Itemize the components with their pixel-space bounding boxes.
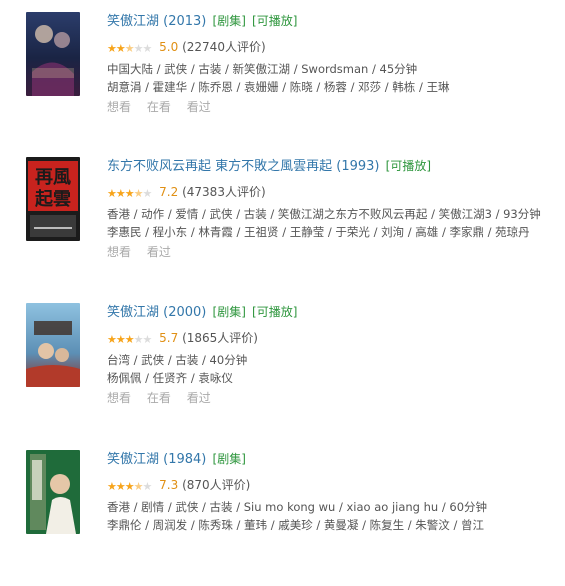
result-item: 再風 起雲 东方不败风云再起 東方不敗之風雲再起 (1993) [可播放] ★★… bbox=[26, 157, 556, 277]
star-rating: ★★★★★ bbox=[107, 41, 153, 57]
cast-info: 杨佩佩 / 任贤齐 / 袁咏仪 bbox=[107, 371, 233, 385]
empty-star-icon: ★ bbox=[142, 187, 152, 200]
tag-playable[interactable]: [可播放] bbox=[252, 14, 297, 28]
item-title-link[interactable]: 笑傲江湖 (2013) bbox=[107, 14, 206, 29]
result-item: 笑傲江湖 (2013) [剧集] [可播放] ★★★★★ 5.0 (22740人… bbox=[26, 12, 556, 132]
rating-count: (22740人评价) bbox=[182, 40, 266, 54]
star-icon: ★★★ bbox=[107, 480, 135, 493]
half-star-icon: ★ bbox=[133, 480, 144, 493]
item-title-link[interactable]: 笑傲江湖 (1984) bbox=[107, 452, 206, 467]
half-star-icon: ★ bbox=[133, 187, 144, 200]
tag-series[interactable]: [剧集] bbox=[213, 305, 246, 319]
watching-button[interactable]: 在看 bbox=[147, 391, 171, 405]
svg-text:起雲: 起雲 bbox=[34, 188, 71, 210]
want-watch-button[interactable]: 想看 bbox=[107, 100, 131, 114]
rating-count: (1865人评价) bbox=[182, 331, 258, 345]
star-icon: ★★★ bbox=[107, 333, 135, 346]
watched-button[interactable]: 看过 bbox=[187, 100, 211, 114]
poster-image[interactable] bbox=[26, 450, 80, 534]
meta-info: 台湾 / 武侠 / 古装 / 40分钟 bbox=[107, 353, 248, 367]
rating-value: 7.2 bbox=[159, 185, 179, 199]
star-rating: ★★★★★ bbox=[107, 186, 152, 202]
half-star-icon: ★ bbox=[124, 42, 135, 55]
rating-count: (47383人评价) bbox=[182, 185, 266, 199]
tag-series[interactable]: [剧集] bbox=[213, 452, 246, 466]
empty-star-icon: ★★ bbox=[133, 333, 153, 346]
poster-title-icon: 再風 bbox=[35, 167, 71, 188]
want-watch-button[interactable]: 想看 bbox=[107, 391, 131, 405]
tag-series[interactable]: [剧集] bbox=[213, 14, 246, 28]
rating-value: 5.0 bbox=[159, 40, 179, 54]
poster-image[interactable] bbox=[26, 12, 80, 96]
want-watch-button[interactable]: 想看 bbox=[107, 245, 131, 259]
result-item: 笑傲江湖 (1984) [剧集] ★★★★★ 7.3 (870人评价) 香港 /… bbox=[26, 450, 556, 570]
watching-button[interactable]: 在看 bbox=[147, 100, 171, 114]
star-rating: ★★★★★ bbox=[107, 332, 153, 348]
item-title-link[interactable]: 笑傲江湖 (2000) bbox=[107, 305, 206, 320]
item-title-link[interactable]: 东方不败风云再起 東方不敗之風雲再起 (1993) bbox=[107, 159, 380, 174]
watched-button[interactable]: 看过 bbox=[187, 391, 211, 405]
cast-info: 胡意涓 / 霍建华 / 陈乔恩 / 袁姗姗 / 陈晓 / 杨蓉 / 邓莎 / 韩… bbox=[107, 80, 450, 94]
cast-info: 李鼎伦 / 周润发 / 陈秀珠 / 董玮 / 戚美珍 / 黄曼凝 / 陈复生 /… bbox=[107, 518, 484, 532]
meta-info: 香港 / 剧情 / 武侠 / 古装 / Siu mo kong wu / xia… bbox=[107, 500, 488, 514]
star-icon: ★★★ bbox=[107, 187, 135, 200]
meta-info: 中国大陆 / 武侠 / 古装 / 新笑傲江湖 / Swordsman / 45分… bbox=[107, 62, 418, 76]
cast-info: 李惠民 / 程小东 / 林青霞 / 王祖贤 / 王静莹 / 于荣光 / 刘洵 /… bbox=[107, 225, 530, 239]
star-icon: ★★ bbox=[107, 42, 126, 55]
tag-playable[interactable]: [可播放] bbox=[386, 159, 431, 173]
poster-image[interactable]: 再風 起雲 bbox=[26, 157, 80, 241]
rating-value: 7.3 bbox=[159, 478, 179, 492]
empty-star-icon: ★ bbox=[142, 480, 152, 493]
tag-playable[interactable]: [可播放] bbox=[252, 305, 297, 319]
rating-count: (870人评价) bbox=[182, 478, 251, 492]
poster-image[interactable] bbox=[26, 303, 80, 387]
watched-button[interactable]: 看过 bbox=[147, 245, 171, 259]
empty-star-icon: ★★ bbox=[133, 42, 153, 55]
result-item: 笑傲江湖 (2000) [剧集] [可播放] ★★★★★ 5.7 (1865人评… bbox=[26, 303, 556, 423]
rating-value: 5.7 bbox=[159, 331, 179, 345]
star-rating: ★★★★★ bbox=[107, 479, 152, 495]
meta-info: 香港 / 动作 / 爱情 / 武侠 / 古装 / 笑傲江湖之东方不败风云再起 /… bbox=[107, 207, 541, 221]
